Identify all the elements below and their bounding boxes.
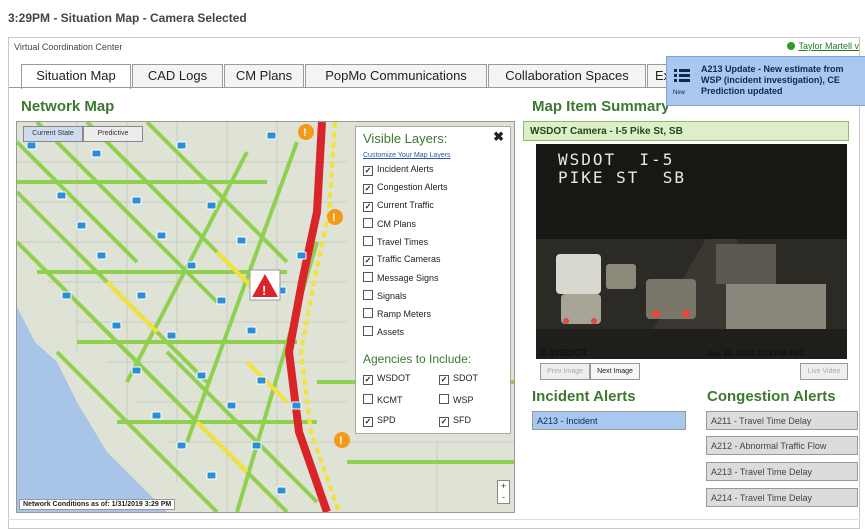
agency-kcmt[interactable]: KCMT <box>363 394 403 405</box>
checkbox-checked-icon: ✓ <box>363 417 373 427</box>
layer-current-traffic[interactable]: ✓ Current Traffic <box>363 200 434 212</box>
checkbox-empty-icon <box>363 290 373 300</box>
agency-sfd[interactable]: ✓ SFD <box>439 415 471 427</box>
map-item-header: WSDOT Camera - I-5 Pike St, SB <box>523 121 849 141</box>
layer-assets[interactable]: Assets <box>363 326 404 337</box>
congestion-alerts-title: Congestion Alerts <box>707 388 836 405</box>
agency-wsdot[interactable]: ✓ WSDOT <box>363 373 411 385</box>
app-title: Virtual Coordination Center <box>14 42 123 52</box>
camera-overlay-line1: WSDOT I-5 <box>558 150 675 169</box>
checkbox-empty-icon <box>363 308 373 318</box>
new-badge: New <box>673 90 686 96</box>
zoom-out-button[interactable]: - <box>498 492 509 503</box>
tab-popmo-communications[interactable]: PopMo Communications <box>305 64 487 87</box>
svg-text:!: ! <box>303 127 307 139</box>
user-menu[interactable]: Taylor Martell v <box>787 41 859 51</box>
congestion-alert-a212[interactable]: A212 - Abnormal Traffic Flow <box>706 436 858 455</box>
network-map-title: Network Map <box>21 98 115 115</box>
live-video-button[interactable]: Live Video <box>800 363 848 380</box>
checkbox-checked-icon: ✓ <box>439 375 449 385</box>
layer-signals[interactable]: Signals <box>363 290 407 301</box>
svg-text:!: ! <box>262 283 266 298</box>
visible-layers-title: Visible Layers: <box>363 131 448 146</box>
tab-collaboration-spaces[interactable]: Collaboration Spaces <box>488 64 646 87</box>
agency-sdot[interactable]: ✓ SDOT <box>439 373 478 385</box>
zoom-control: + - <box>497 480 510 504</box>
congestion-alert-a213[interactable]: A213 - Travel Time Delay <box>706 462 858 481</box>
predictive-button[interactable]: Predictive <box>83 126 143 142</box>
checkbox-empty-icon <box>363 394 373 404</box>
camera-timestamp: Jan 31, 2019 3:29 PM PST <box>707 349 805 358</box>
next-image-button[interactable]: Next Image <box>590 363 640 380</box>
online-status-icon <box>787 42 796 50</box>
close-icon[interactable]: ✖ <box>493 129 504 145</box>
checkbox-empty-icon <box>363 272 373 282</box>
checkbox-checked-icon: ✓ <box>363 202 373 212</box>
layer-ramp-meters[interactable]: Ramp Meters <box>363 308 431 319</box>
network-conditions-timestamp: Network Conditions as of: 1/31/2019 3:29… <box>19 499 176 510</box>
zoom-in-button[interactable]: + <box>498 481 509 492</box>
customize-layers-link[interactable]: Customize Your Map Layers <box>363 152 451 159</box>
chevron-down-icon: v <box>854 41 860 51</box>
layer-congestion-alerts[interactable]: ✓ Congestion Alerts <box>363 182 448 194</box>
i5-corridor <box>284 122 331 512</box>
incident-alerts-title: Incident Alerts <box>532 388 636 405</box>
svg-text:!: ! <box>332 212 336 224</box>
layer-message-signs[interactable]: Message Signs <box>363 272 439 283</box>
visible-layers-panel: Visible Layers: ✖ Customize Your Map Lay… <box>355 126 511 434</box>
network-map[interactable]: ! ! ! ! Current State Predictive Visible… <box>16 121 515 513</box>
checkbox-empty-icon <box>363 218 373 228</box>
page-caption: 3:29PM - Situation Map - Camera Selected <box>8 11 247 25</box>
checkbox-checked-icon: ✓ <box>363 256 373 266</box>
camera-credit: © WSDOT <box>540 348 588 359</box>
water-area <box>17 307 167 512</box>
map-item-summary-title: Map Item Summary <box>532 98 670 115</box>
list-icon <box>674 69 690 82</box>
prev-image-button[interactable]: Prev Image <box>540 363 590 380</box>
camera-image: WSDOT I-5 PIKE ST SB <box>536 144 847 359</box>
notification-text: A213 Update - New estimate from WSP (inc… <box>701 64 844 96</box>
incident-alert-a213[interactable]: A213 - Incident <box>532 411 686 430</box>
layer-traffic-cameras[interactable]: ✓ Traffic Cameras <box>363 254 441 266</box>
checkbox-checked-icon: ✓ <box>439 417 449 427</box>
app-window: Virtual Coordination Center Taylor Marte… <box>8 37 860 529</box>
svg-text:!: ! <box>339 435 343 447</box>
tab-cm-plans[interactable]: CM Plans <box>224 64 304 87</box>
layer-travel-times[interactable]: Travel Times <box>363 236 428 247</box>
bottom-divider <box>8 519 858 520</box>
checkbox-checked-icon: ✓ <box>363 166 373 176</box>
current-state-button[interactable]: Current State <box>23 126 83 142</box>
checkbox-checked-icon: ✓ <box>363 184 373 194</box>
congestion-alert-a214[interactable]: A214 - Travel Time Delay <box>706 488 858 507</box>
checkbox-checked-icon: ✓ <box>363 375 373 385</box>
congestion-alert-a211[interactable]: A211 - Travel Time Delay <box>706 411 858 430</box>
agency-spd[interactable]: ✓ SPD <box>363 415 396 427</box>
layer-incident-alerts[interactable]: ✓ Incident Alerts <box>363 164 434 176</box>
checkbox-empty-icon <box>363 326 373 336</box>
checkbox-empty-icon <box>363 236 373 246</box>
checkbox-empty-icon <box>439 394 449 404</box>
user-name: Taylor Martell <box>798 41 852 51</box>
tab-cad-logs[interactable]: CAD Logs <box>132 64 223 87</box>
incident-marker: ! <box>249 269 281 301</box>
camera-overlay-line2: PIKE ST SB <box>558 168 686 187</box>
layer-cm-plans[interactable]: CM Plans <box>363 218 416 229</box>
agency-wsp[interactable]: WSP <box>439 394 474 405</box>
agencies-title: Agencies to Include: <box>363 352 472 366</box>
tab-situation-map[interactable]: Situation Map <box>21 64 131 89</box>
notification-toast[interactable]: New A213 Update - New estimate from WSP … <box>666 56 865 106</box>
